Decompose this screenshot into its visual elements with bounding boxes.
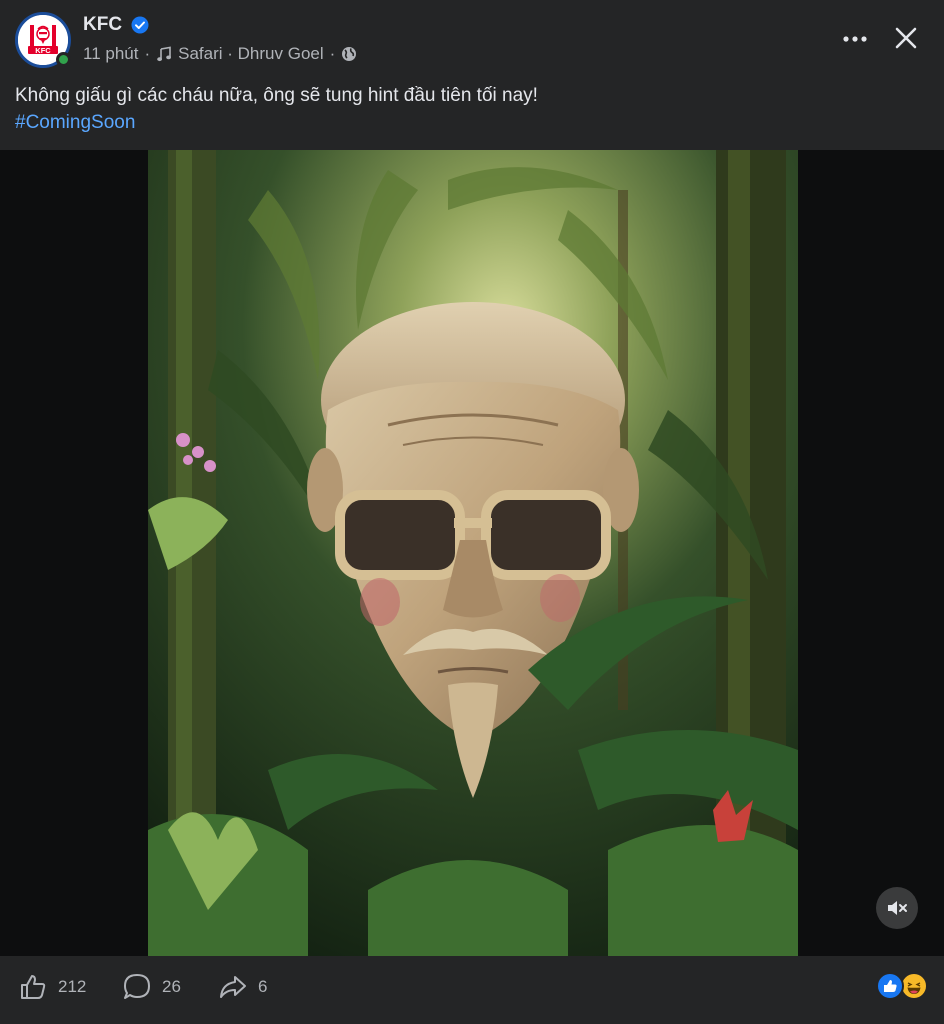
share-count: 6: [258, 977, 268, 996]
share-button[interactable]: 6: [218, 971, 267, 1003]
post-meta: 11 phút · Safari · Dhruv Goel ·: [83, 44, 357, 64]
close-button[interactable]: [888, 20, 924, 56]
page-name[interactable]: KFC: [83, 14, 122, 36]
more-dots-icon: [843, 36, 867, 42]
comment-count: 26: [162, 977, 181, 996]
thumbs-up-icon: [21, 975, 46, 999]
mute-toggle-button[interactable]: [876, 887, 918, 929]
comment-bubble-icon: [124, 974, 150, 999]
post-media[interactable]: [0, 150, 944, 956]
hashtag-link[interactable]: #ComingSoon: [15, 109, 135, 136]
post-caption: Không giấu gì các cháu nữa, ông sẽ tung …: [15, 85, 538, 106]
more-options-button[interactable]: [838, 22, 872, 56]
post-actions-bar: 212 26 6: [0, 956, 944, 1024]
online-status-dot: [56, 52, 71, 67]
close-icon: [895, 27, 917, 49]
like-count: 212: [58, 977, 87, 996]
muted-speaker-icon: [888, 901, 907, 915]
verified-badge-icon: [131, 16, 149, 34]
jungle-wooden-face-illustration: [148, 150, 798, 956]
svg-text:KFC: KFC: [35, 46, 51, 55]
globe-icon[interactable]: [341, 46, 357, 62]
post-image[interactable]: [148, 150, 798, 956]
share-arrow-icon: [220, 976, 246, 998]
music-track-label[interactable]: Safari · Dhruv Goel: [178, 44, 324, 64]
meta-separator: ·: [329, 44, 336, 63]
music-note-icon: [156, 46, 172, 62]
meta-separator: ·: [144, 44, 151, 63]
post-header: KFC KFC 11 phút · Safari · Dhruv Goel ·: [0, 0, 944, 150]
reactions-summary[interactable]: [876, 972, 932, 1000]
haha-reaction-icon: [900, 972, 928, 1000]
like-button[interactable]: 212: [18, 971, 86, 1003]
comment-button[interactable]: 26: [122, 971, 181, 1003]
post-time[interactable]: 11 phút: [83, 44, 138, 64]
like-reaction-icon: [876, 972, 904, 1000]
